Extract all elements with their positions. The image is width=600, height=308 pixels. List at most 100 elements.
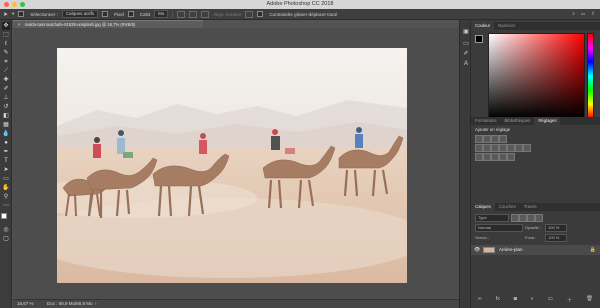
color-balance-adjust-icon[interactable] <box>491 144 499 152</box>
new-group-icon[interactable]: ▭ <box>548 296 553 304</box>
hand-tool-icon[interactable]: ✋ <box>2 184 10 192</box>
tab-formations[interactable]: Formations <box>471 117 501 125</box>
align-right-icon[interactable] <box>201 10 210 18</box>
photo-filter-adjust-icon[interactable] <box>507 144 515 152</box>
hue-slider[interactable] <box>587 33 594 119</box>
layer-visibility-eye-icon[interactable]: 👁 <box>474 245 480 255</box>
status-menu-chevron-icon[interactable]: › <box>95 300 97 308</box>
move-tool-icon[interactable]: ✥ <box>2 22 10 30</box>
quick-mask-icon[interactable]: ◎ <box>2 226 10 234</box>
layer-style-icon[interactable]: fx <box>496 296 500 304</box>
foreground-color-swatch[interactable] <box>1 213 7 219</box>
brush-tool-icon[interactable]: ✐ <box>2 85 10 93</box>
posterize-adjust-icon[interactable] <box>483 153 491 161</box>
new-layer-icon[interactable]: ＋ <box>567 296 573 304</box>
document-size-info[interactable]: Doc : 68,9 Mo/68,9 Mo <box>47 300 93 308</box>
eraser-tool-icon[interactable]: ◧ <box>2 112 10 120</box>
link-layers-icon[interactable]: ∞ <box>478 296 482 304</box>
align-left-icon[interactable] <box>177 10 186 18</box>
more-tools-icon[interactable]: ⋯ <box>2 202 10 210</box>
share-icon[interactable]: ⇧ <box>591 11 595 17</box>
document-image[interactable] <box>57 48 407 283</box>
auto-select-dropdown[interactable]: Calques actifs <box>61 10 99 18</box>
blur-tool-icon[interactable]: 💧 <box>2 130 10 138</box>
layer-name[interactable]: Arrière-plan <box>499 245 523 255</box>
quick-select-tool-icon[interactable]: ✎ <box>2 49 10 57</box>
opacity-label: Opacité : <box>525 225 542 230</box>
auto-select-checkbox[interactable] <box>18 11 25 17</box>
panel-foreground-swatch[interactable] <box>475 35 483 43</box>
color-field[interactable] <box>488 33 585 119</box>
character-panel-icon[interactable]: A <box>462 60 470 68</box>
align-center-icon[interactable] <box>189 10 198 18</box>
path-select-tool-icon[interactable]: ➤ <box>2 166 10 174</box>
workspace-icon[interactable]: ▭ <box>581 11 585 17</box>
constrain-checkbox[interactable] <box>257 11 264 17</box>
invert-adjust-icon[interactable] <box>475 153 483 161</box>
auto-select-label: Sélectionner : <box>30 11 58 17</box>
delete-layer-icon[interactable]: 🗑 <box>586 296 593 304</box>
selective-color-adjust-icon[interactable] <box>507 153 515 161</box>
right-panels: Couleur Nuancier Formations Bibliothèque… <box>471 20 600 308</box>
brush-panel-icon[interactable]: ✐ <box>462 50 470 58</box>
clone-stamp-tool-icon[interactable]: ⊥ <box>2 94 10 102</box>
properties-panel-icon[interactable]: ▭ <box>462 40 470 48</box>
levels-adjust-icon[interactable] <box>483 135 491 143</box>
vibrance-adjust-icon[interactable] <box>475 144 483 152</box>
tab-layers[interactable]: Calques <box>471 203 495 211</box>
lasso-tool-icon[interactable]: ℓ <box>2 40 10 48</box>
curves-adjust-icon[interactable] <box>491 135 499 143</box>
tab-channels[interactable]: Couches <box>495 203 520 211</box>
gradient-map-adjust-icon[interactable] <box>499 153 507 161</box>
show-transform-checkbox[interactable] <box>102 11 109 17</box>
threshold-adjust-icon[interactable] <box>491 153 499 161</box>
gradient-tool-icon[interactable]: ▦ <box>2 121 10 129</box>
eyedropper-tool-icon[interactable]: ⟋ <box>2 67 10 75</box>
pen-tool-icon[interactable]: ✒ <box>2 148 10 156</box>
filter-adjust-icon[interactable] <box>519 214 527 222</box>
black-white-adjust-icon[interactable] <box>499 144 507 152</box>
shape-tool-icon[interactable]: ▭ <box>2 175 10 183</box>
healing-brush-tool-icon[interactable]: ✚ <box>2 76 10 84</box>
exposure-adjust-icon[interactable] <box>499 135 507 143</box>
tab-color[interactable]: Couleur <box>471 22 495 30</box>
color-lookup-adjust-icon[interactable] <box>523 144 531 152</box>
tab-libraries[interactable]: Bibliothèques <box>501 117 535 125</box>
add-mask-icon[interactable]: ◙ <box>514 296 517 304</box>
layer-row[interactable]: 👁 Arrière-plan 🔒 <box>471 245 600 255</box>
new-adjustment-icon[interactable]: ◐ <box>531 296 534 304</box>
fill-field[interactable]: 100 % <box>545 234 567 242</box>
size-checkbox[interactable] <box>127 11 134 17</box>
search-icon[interactable]: ⌕ <box>572 11 575 17</box>
hue-saturation-adjust-icon[interactable] <box>483 144 491 152</box>
zoom-tool-icon[interactable]: ⚲ <box>2 193 10 201</box>
collapsed-panels-strip: ▣ ▭ ✐ A <box>459 20 471 308</box>
tab-swatches[interactable]: Nuancier <box>494 22 519 30</box>
brightness-adjust-icon[interactable] <box>475 135 483 143</box>
layer-filter-dropdown[interactable]: Type <box>475 214 509 222</box>
tool-preset-chevron-icon[interactable]: ▾ <box>12 11 14 17</box>
crop-tool-icon[interactable]: ⌗ <box>2 58 10 66</box>
filter-pixel-icon[interactable] <box>511 214 519 222</box>
history-panel-icon[interactable]: ▣ <box>462 28 470 36</box>
blend-mode-dropdown[interactable]: Normal <box>475 224 523 232</box>
layers-panel-tabs: Calques Couches Tracés <box>471 203 600 211</box>
marquee-tool-icon[interactable]: ⬚ <box>2 31 10 39</box>
close-tab-icon[interactable]: × <box>18 22 20 27</box>
layers-footer: ∞ fx ◙ ◐ ▭ ＋ 🗑 <box>471 296 600 304</box>
filter-shape-icon[interactable] <box>535 214 543 222</box>
distribute-icon[interactable] <box>245 10 254 18</box>
tab-paths[interactable]: Tracés <box>520 203 541 211</box>
filter-type-icon[interactable] <box>527 214 535 222</box>
screen-mode-icon[interactable]: ▢ <box>2 235 10 243</box>
move-tool-icon[interactable]: ➤ <box>3 11 8 18</box>
channel-mixer-adjust-icon[interactable] <box>515 144 523 152</box>
document-tab[interactable]: × maldo-tamnoutchafe-81838-unsplash.jpg … <box>13 20 203 28</box>
history-brush-tool-icon[interactable]: ↺ <box>2 103 10 111</box>
dodge-tool-icon[interactable]: ● <box>2 139 10 147</box>
type-tool-icon[interactable]: T <box>2 157 10 165</box>
size-field[interactable]: Mo <box>154 10 169 18</box>
opacity-field[interactable]: 100 % <box>545 224 567 232</box>
tab-adjustments[interactable]: Réglages <box>534 117 561 125</box>
zoom-level[interactable]: 16,67 % <box>17 300 34 308</box>
